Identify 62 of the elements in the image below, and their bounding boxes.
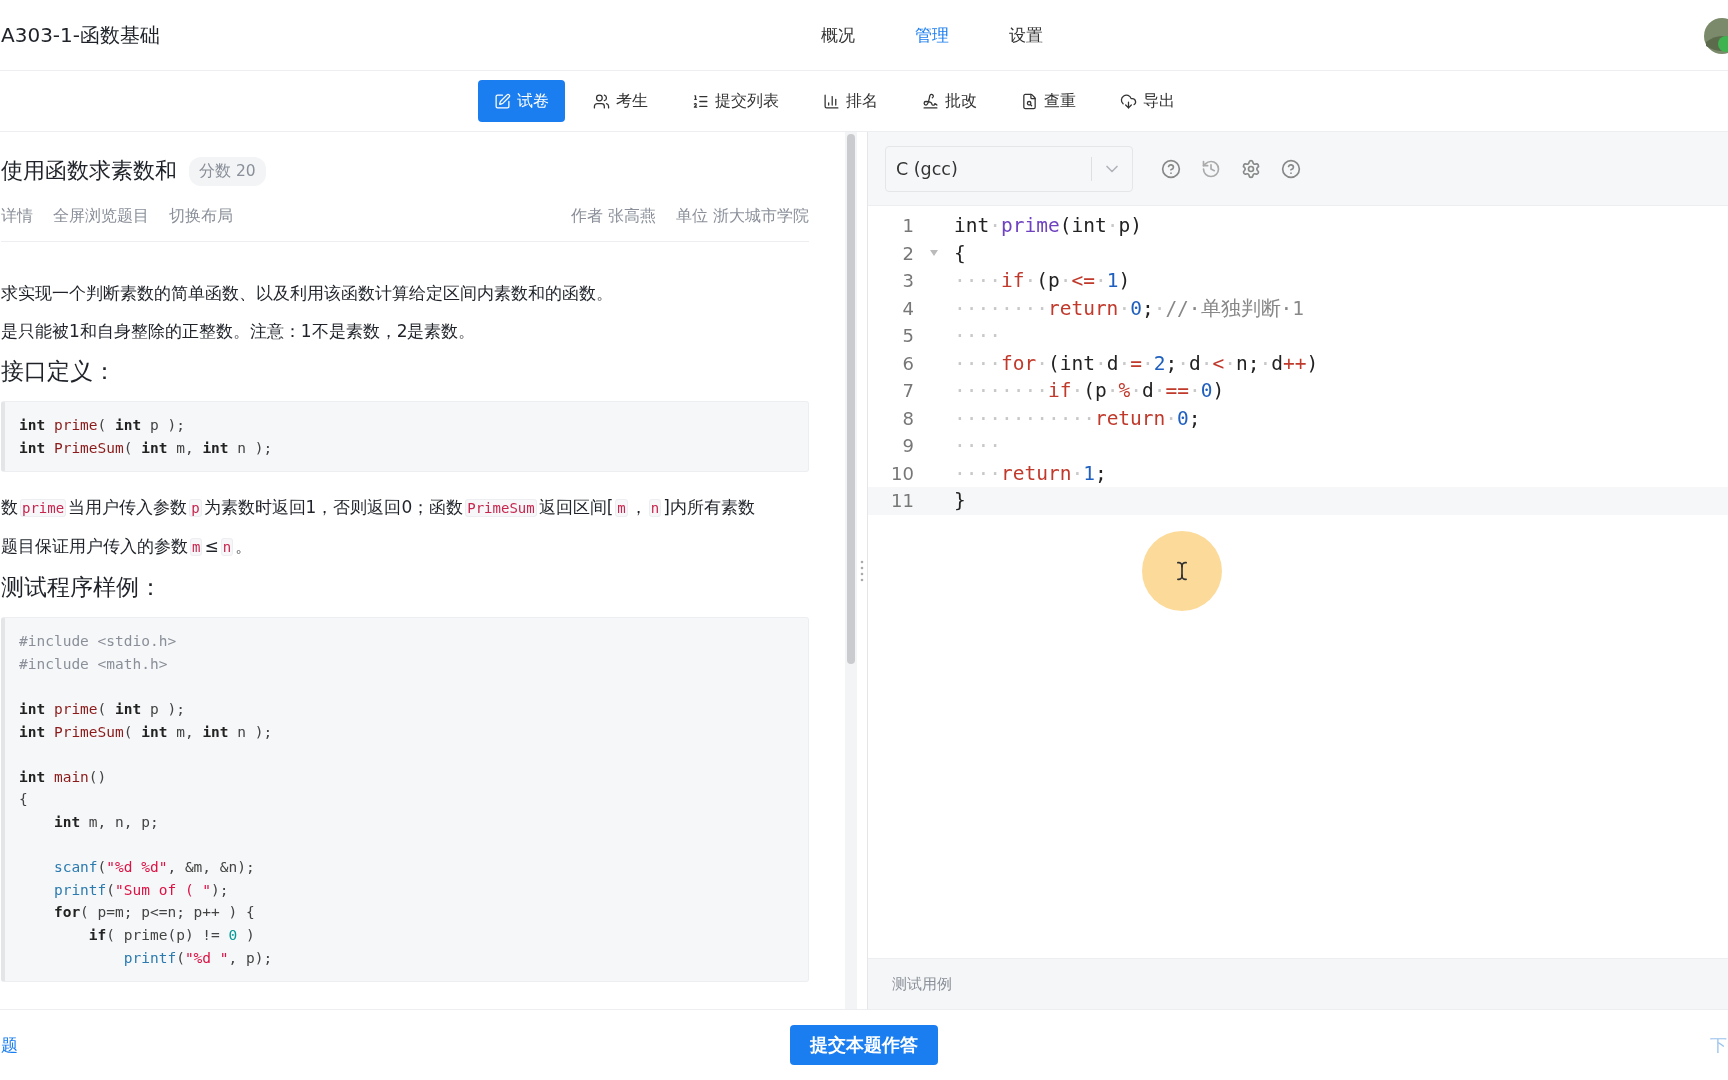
nav-tab[interactable]: 设置 [1009,23,1043,47]
paragraph: 是只能被1和自身整除的正整数。注意：1不是素数，2是素数。 [1,320,477,343]
code-line: ····return·1; [954,461,1107,485]
tab-icon [493,92,511,110]
problem-title: 使用函数求素数和 [1,157,177,185]
line-number: 2 [901,242,914,264]
tab-icon [921,92,939,110]
tab-icon [691,92,709,110]
line-number: 11 [890,490,914,512]
author-text: 作者 张高燕 [571,206,657,227]
line-number: 8 [901,407,914,429]
code-line: ···· [954,324,1001,348]
code-line: ····if·(p·<=·1) [954,269,1131,293]
help-icon[interactable] [1161,158,1181,179]
tab-button[interactable]: 提交列表 [675,80,795,122]
drag-handle-icon[interactable] [860,558,864,583]
line-number: 10 [890,462,914,484]
code-line: ········if·(p·%·d·==·0) [954,379,1225,403]
tab-button[interactable]: 批改 [905,80,993,122]
line-number: 6 [901,352,914,374]
submit-button[interactable]: 提交本题作答 [790,1025,938,1065]
unit-text: 单位 浙大城市学院 [676,206,809,227]
settings-icon[interactable] [1241,158,1261,179]
code-block: int prime( int p ); int PrimeSum( int m, int n ); [1,401,809,473]
line-number: 9 [901,435,914,457]
paragraph: 数 prime 当用户传入参数 p 为素数时返回1，否则返回0；函数 PrimeSum 返回区间[ m ， n ]内所有素数 [1,496,756,520]
tab-icon [592,92,610,110]
language-select[interactable]: C (gcc) [885,145,1133,192]
section-heading: 测试程序样例： [1,573,163,603]
code-block: #include <stdio.h> #include <math.h> int prime( int p ); int PrimeSum( int m, int n ); int main() { int m, n, p; scanf("%d %d", &m, &n); printf("Sum of ( "); for( p=m; p<=n; p++ ) { if( prime(p) != 0 ) printf("%d ", p); [1,617,809,983]
tab-icon [1020,92,1038,110]
fold-arrow-icon[interactable] [930,250,938,257]
line-number: 4 [901,297,914,319]
nav-tab[interactable]: 概况 [821,23,855,47]
line-number: 5 [901,325,914,347]
previous-link[interactable]: 题 [1,1033,18,1057]
tab-button[interactable]: 考生 [576,80,664,122]
code-line: { [954,241,966,265]
code-line: int·prime(int·p) [954,214,1142,238]
paragraph: 题目保证用户传入的参数 m ≤ n 。 [1,535,254,559]
tab-button[interactable]: 查重 [1004,80,1092,122]
paragraph: 求实现一个判断素数的简单函数、以及利用该函数计算给定区间内素数和的函数。 [1,282,614,305]
tab-icon [822,92,840,110]
code-line: ············return·0; [954,406,1201,430]
history-icon[interactable] [1201,158,1221,179]
tab-button[interactable]: 导出 [1103,80,1191,122]
exam-title: A303-1-函数基础 [0,21,161,49]
score-tag: 分数 20 [189,156,266,186]
scrollbar-thumb[interactable] [847,134,855,664]
help-icon[interactable] [1281,158,1301,179]
line-number: 3 [901,270,914,292]
code-line: ···· [954,434,1001,458]
line-number: 1 [901,215,914,237]
code-line: ········return·0;·//·单独判断·1 [954,295,1305,322]
code-line: } [954,489,966,513]
nav-tab[interactable]: 管理 [915,23,949,47]
tab-icon [1119,92,1137,110]
line-number: 7 [901,380,914,402]
tab-button[interactable]: 排名 [806,80,894,122]
tab-button[interactable]: 试卷 [477,80,565,122]
section-heading: 接口定义： [1,357,117,386]
code-line: ····for·(int·d·=·2;·d·<·n;·d++) [954,351,1319,375]
